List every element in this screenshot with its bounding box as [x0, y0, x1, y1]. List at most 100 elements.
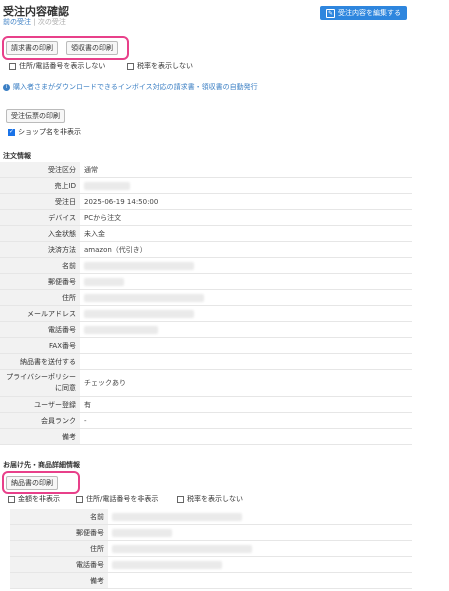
edit-icon: ✎: [326, 8, 335, 18]
redacted-value: [84, 181, 130, 190]
table-row: 決済方法 amazon（代引き）: [0, 241, 412, 258]
hide-tax-label: 税率を表示しない: [137, 62, 193, 70]
table-row: 納品書を送付する: [0, 353, 412, 370]
prev-order-link[interactable]: 前の受注: [3, 18, 31, 26]
hide-address-phone-checkbox[interactable]: [76, 495, 83, 503]
table-row: デバイス PCから注文: [0, 209, 412, 226]
table-row: 備考: [0, 428, 412, 445]
row-value: -: [80, 412, 412, 429]
table-row: ユーザー登録有: [0, 396, 412, 413]
table-row: 備考: [10, 572, 412, 589]
row-label: 備考: [0, 428, 80, 445]
hide-tax-shipping-checkbox[interactable]: [177, 495, 184, 503]
hide-address-phone-label: 住所/電話番号を非表示: [86, 495, 159, 503]
order-section-title: 注文情報: [3, 152, 31, 160]
print-invoice-button[interactable]: 請求書の印刷: [6, 41, 58, 55]
row-value: [80, 337, 412, 354]
row-label: 住所: [10, 540, 108, 557]
row-value: PCから注文: [80, 209, 412, 226]
print-order-slip-button[interactable]: 受注伝票の印刷: [6, 109, 65, 123]
redacted-value: [84, 325, 158, 334]
print-receipt-button[interactable]: 領収書の印刷: [66, 41, 118, 55]
table-row: 住所: [0, 289, 412, 306]
hide-tax-shipping-option[interactable]: 税率を表示しない: [177, 494, 243, 504]
row-label: 受注日: [0, 193, 80, 210]
row-label: 決済方法: [0, 241, 80, 258]
order-info-table: 受注区分 通常 売上ID 受注日 2025-06-19 14:50:00 デバイス PCから…: [0, 162, 412, 445]
invoice-info-text: 購入者さまがダウンロードできるインボイス対応の請求書・領収書の自動発行: [13, 83, 258, 91]
row-label: 納品書を送付する: [0, 353, 80, 370]
row-value: 未入金: [80, 225, 412, 242]
hide-shop-name-option[interactable]: ショップ名を非表示: [8, 127, 81, 137]
table-row: 入金状態 未入金: [0, 225, 412, 242]
row-value: [80, 353, 412, 370]
row-label: 住所: [0, 289, 80, 306]
row-value: [108, 524, 412, 541]
row-label: 郵便番号: [0, 273, 80, 290]
row-value: [80, 177, 412, 194]
hide-tax-checkbox[interactable]: [127, 62, 134, 70]
row-label: 名前: [0, 257, 80, 274]
redacted-value: [84, 309, 194, 318]
table-row: 郵便番号: [10, 524, 412, 541]
row-value: 通常: [80, 162, 412, 178]
invoice-info-link[interactable]: i 購入者さまがダウンロードできるインボイス対応の請求書・領収書の自動発行: [3, 82, 258, 92]
hide-address-label: 住所/電話番号を表示しない: [19, 62, 106, 70]
print-delivery-note-button[interactable]: 納品書の印刷: [6, 476, 58, 490]
hide-amount-option[interactable]: 金額を非表示: [8, 494, 60, 504]
row-value: [80, 273, 412, 290]
edit-order-button[interactable]: ✎ 受注内容を編集する: [320, 6, 407, 20]
table-row: FAX番号: [0, 337, 412, 354]
row-label: 電話番号: [0, 321, 80, 338]
redacted-value: [84, 293, 204, 302]
hide-tax-option[interactable]: 税率を表示しない: [127, 61, 193, 71]
hide-shop-name-label: ショップ名を非表示: [18, 128, 81, 136]
table-row: 郵便番号: [0, 273, 412, 290]
table-row: 名前: [0, 257, 412, 274]
table-row: 電話番号: [10, 556, 412, 573]
nav-separator: |: [33, 18, 36, 26]
table-row: 電話番号: [0, 321, 412, 338]
table-row: 売上ID: [0, 177, 412, 194]
hide-address-option[interactable]: 住所/電話番号を表示しない: [9, 61, 105, 71]
shipping-info-table: 名前 郵便番号 住所 電話番号 備考: [10, 509, 412, 589]
edit-order-label: 受注内容を編集する: [338, 9, 401, 17]
redacted-value: [112, 512, 242, 521]
hide-tax-shipping-label: 税率を表示しない: [187, 495, 243, 503]
table-row: 名前: [10, 509, 412, 525]
redacted-value: [112, 560, 222, 569]
row-label: プライバシーポリシーに同意: [0, 369, 80, 397]
row-label: 郵便番号: [10, 524, 108, 541]
redacted-value: [84, 277, 124, 286]
redacted-value: [112, 528, 172, 537]
table-row: 会員ランク -: [0, 412, 412, 429]
table-row: メールアドレス: [0, 305, 412, 322]
row-label: 受注区分: [0, 162, 80, 178]
hide-shop-name-checkbox[interactable]: [8, 128, 15, 136]
hide-address-checkbox[interactable]: [9, 62, 16, 70]
row-value: [80, 289, 412, 306]
row-value: [80, 321, 412, 338]
row-label: 電話番号: [10, 556, 108, 573]
row-label: 会員ランク: [0, 412, 80, 429]
row-label: デバイス: [0, 209, 80, 226]
row-label: 入金状態: [0, 225, 80, 242]
table-row: 住所: [10, 540, 412, 557]
hide-amount-label: 金額を非表示: [18, 495, 60, 503]
row-label: 売上ID: [0, 177, 80, 194]
order-navigation: 前の受注 | 次の受注: [3, 17, 66, 27]
row-value: [80, 305, 412, 322]
row-value: 有: [80, 396, 412, 413]
table-row: 受注区分 通常: [0, 162, 412, 178]
row-value: amazon（代引き）: [80, 241, 412, 258]
row-value: 2025-06-19 14:50:00: [80, 193, 412, 210]
redacted-value: [112, 544, 252, 553]
next-order-link[interactable]: 次の受注: [38, 18, 66, 26]
row-value: [80, 257, 412, 274]
row-value: [80, 428, 412, 445]
row-value: チェックあり: [80, 369, 412, 397]
row-label: 名前: [10, 509, 108, 525]
hide-address-phone-option[interactable]: 住所/電話番号を非表示: [76, 494, 158, 504]
hide-amount-checkbox[interactable]: [8, 495, 15, 503]
table-row: プライバシーポリシーに同意 チェックあり: [0, 369, 412, 397]
